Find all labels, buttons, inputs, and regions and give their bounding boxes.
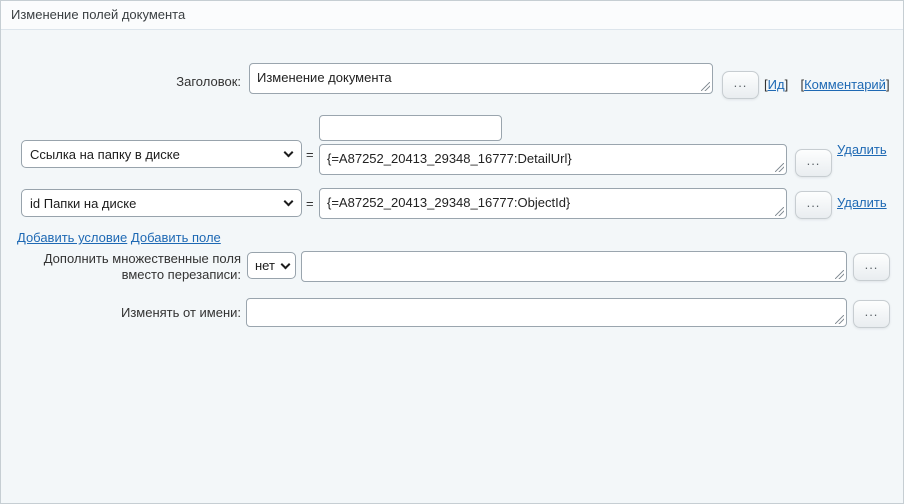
- title-textarea-wrap: Изменение документа: [249, 63, 713, 94]
- modify-as-ellipsis-button[interactable]: ...: [853, 300, 890, 328]
- multiple-ellipsis-button[interactable]: ...: [853, 253, 890, 281]
- resize-grip-icon[interactable]: [775, 163, 784, 172]
- multiple-fields-textarea[interactable]: [301, 251, 847, 282]
- modify-as-textarea[interactable]: [246, 298, 847, 327]
- add-field-link[interactable]: Добавить поле: [131, 230, 221, 245]
- add-links: Добавить условие Добавить поле: [17, 230, 221, 245]
- multiple-fields-label-line2: вместо перезаписи:: [1, 267, 241, 283]
- resize-grip-icon[interactable]: [701, 82, 710, 91]
- field-select-wrap: id Папки на диске: [21, 189, 302, 217]
- title-links: [Ид] [Комментарий]: [764, 77, 890, 92]
- field-select-folder-link[interactable]: Ссылка на папку в диске: [21, 140, 302, 168]
- field-delete-link[interactable]: Удалить: [837, 142, 887, 157]
- field-select-folder-id[interactable]: id Папки на диске: [21, 189, 302, 217]
- modify-as-textarea-wrap: [246, 298, 847, 327]
- multiple-fields-label-line1: Дополнить множественные поля: [1, 251, 241, 267]
- field-ellipsis-button[interactable]: ...: [795, 149, 832, 177]
- field-value-textarea[interactable]: {=A87252_20413_29348_16777:ObjectId}: [319, 188, 787, 219]
- add-condition-link[interactable]: Добавить условие: [17, 230, 127, 245]
- resize-grip-icon[interactable]: [835, 270, 844, 279]
- resize-grip-icon[interactable]: [775, 207, 784, 216]
- title-textarea[interactable]: Изменение документа: [249, 63, 713, 94]
- equals-sign: =: [306, 147, 314, 162]
- field-select-wrap: Ссылка на папку в диске: [21, 140, 302, 168]
- field-value-textarea[interactable]: {=A87252_20413_29348_16777:DetailUrl}: [319, 144, 787, 175]
- id-bracket-close: ]: [785, 77, 789, 92]
- id-link[interactable]: Ид: [768, 77, 785, 92]
- equals-sign: =: [306, 196, 314, 211]
- title-ellipsis-button[interactable]: ...: [722, 71, 759, 99]
- field-delete-link[interactable]: Удалить: [837, 195, 887, 210]
- field-extra-input[interactable]: [319, 115, 502, 141]
- field-value-textarea-wrap: {=A87252_20413_29348_16777:DetailUrl}: [319, 144, 787, 175]
- multiple-fields-label: Дополнить множественные поля вместо пере…: [1, 251, 241, 283]
- comment-link[interactable]: Комментарий: [804, 77, 886, 92]
- multiple-textarea-wrap: [301, 251, 847, 282]
- multiple-fields-select[interactable]: нет: [247, 252, 296, 279]
- panel-title: Изменение полей документа: [1, 1, 903, 30]
- comment-bracket-close: ]: [886, 77, 890, 92]
- modify-as-label: Изменять от имени:: [1, 305, 241, 321]
- document-fields-edit-panel: Изменение полей документа Заголовок: Изм…: [0, 0, 904, 504]
- field-value-textarea-wrap: {=A87252_20413_29348_16777:ObjectId}: [319, 188, 787, 219]
- field-ellipsis-button[interactable]: ...: [795, 191, 832, 219]
- multiple-select-wrap: нет: [247, 252, 296, 279]
- resize-grip-icon[interactable]: [835, 315, 844, 324]
- title-label: Заголовок:: [1, 74, 241, 90]
